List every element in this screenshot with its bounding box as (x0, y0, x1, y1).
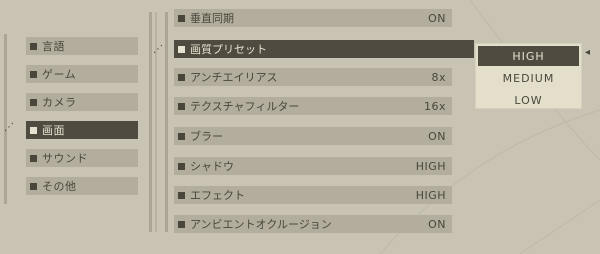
option-label: 画質プリセット (190, 43, 267, 56)
option-label: アンビエントオクルージョン (190, 218, 332, 231)
category-item-language[interactable]: 言語 (26, 37, 138, 55)
option-value: ON (428, 217, 446, 231)
category-label: 言語 (42, 40, 65, 53)
option-label: ブラー (190, 130, 223, 143)
category-item-sound[interactable]: サウンド (26, 149, 138, 167)
square-icon (178, 162, 185, 170)
option-value: 8x (431, 70, 446, 84)
square-icon (178, 14, 185, 22)
square-icon (30, 70, 37, 78)
option-label: シャドウ (190, 160, 234, 173)
option-vsync[interactable]: 垂直同期 ON (174, 9, 452, 27)
category-item-screen[interactable]: 画面 (26, 121, 138, 139)
category-label: 画面 (42, 124, 65, 137)
option-antialiasing[interactable]: アンチエイリアス 8x (174, 68, 452, 86)
dropdown-cursor-icon: ◂ (585, 47, 591, 58)
option-texture-filter[interactable]: テクスチャフィルター 16x (174, 97, 452, 115)
option-quality-preset[interactable]: 画質プリセット (174, 40, 474, 58)
option-shadow[interactable]: シャドウ HIGH (174, 157, 452, 175)
square-icon (30, 98, 37, 106)
option-label: テクスチャフィルター (190, 100, 300, 113)
option-value: ON (428, 11, 446, 25)
option-cursor-icon: ⋰ (153, 44, 163, 55)
category-item-camera[interactable]: カメラ (26, 93, 138, 111)
option-label: アンチエイリアス (190, 71, 278, 84)
category-label: その他 (42, 180, 77, 193)
option-value: HIGH (415, 188, 446, 202)
square-icon (30, 182, 37, 190)
category-label: カメラ (42, 96, 77, 109)
dropdown-item-high[interactable]: HIGH (478, 46, 579, 66)
square-icon (178, 73, 185, 81)
square-icon (178, 220, 185, 228)
category-label: サウンド (42, 152, 88, 165)
option-effect[interactable]: エフェクト HIGH (174, 186, 452, 204)
option-label: エフェクト (190, 189, 245, 202)
square-icon (30, 154, 37, 162)
option-value: ON (428, 129, 446, 143)
square-icon (178, 45, 185, 53)
category-item-other[interactable]: その他 (26, 177, 138, 195)
category-rail (149, 12, 152, 232)
category-cursor-icon: ⋰ (4, 122, 14, 133)
option-blur[interactable]: ブラー ON (174, 127, 452, 145)
category-label: ゲーム (42, 68, 77, 81)
square-icon (178, 102, 185, 110)
square-icon (30, 126, 37, 134)
option-value: HIGH (415, 159, 446, 173)
category-item-game[interactable]: ゲーム (26, 65, 138, 83)
dropdown-item-medium[interactable]: MEDIUM (478, 68, 579, 88)
square-icon (178, 191, 185, 199)
options-rail (165, 12, 168, 232)
option-value: 16x (423, 99, 446, 113)
quality-dropdown: HIGH MEDIUM LOW (475, 43, 582, 109)
option-label: 垂直同期 (190, 12, 234, 25)
dropdown-item-low[interactable]: LOW (478, 90, 579, 110)
option-ambient-occlusion[interactable]: アンビエントオクルージョン ON (174, 215, 452, 233)
square-icon (178, 132, 185, 140)
square-icon (30, 42, 37, 50)
left-rail (4, 34, 7, 204)
